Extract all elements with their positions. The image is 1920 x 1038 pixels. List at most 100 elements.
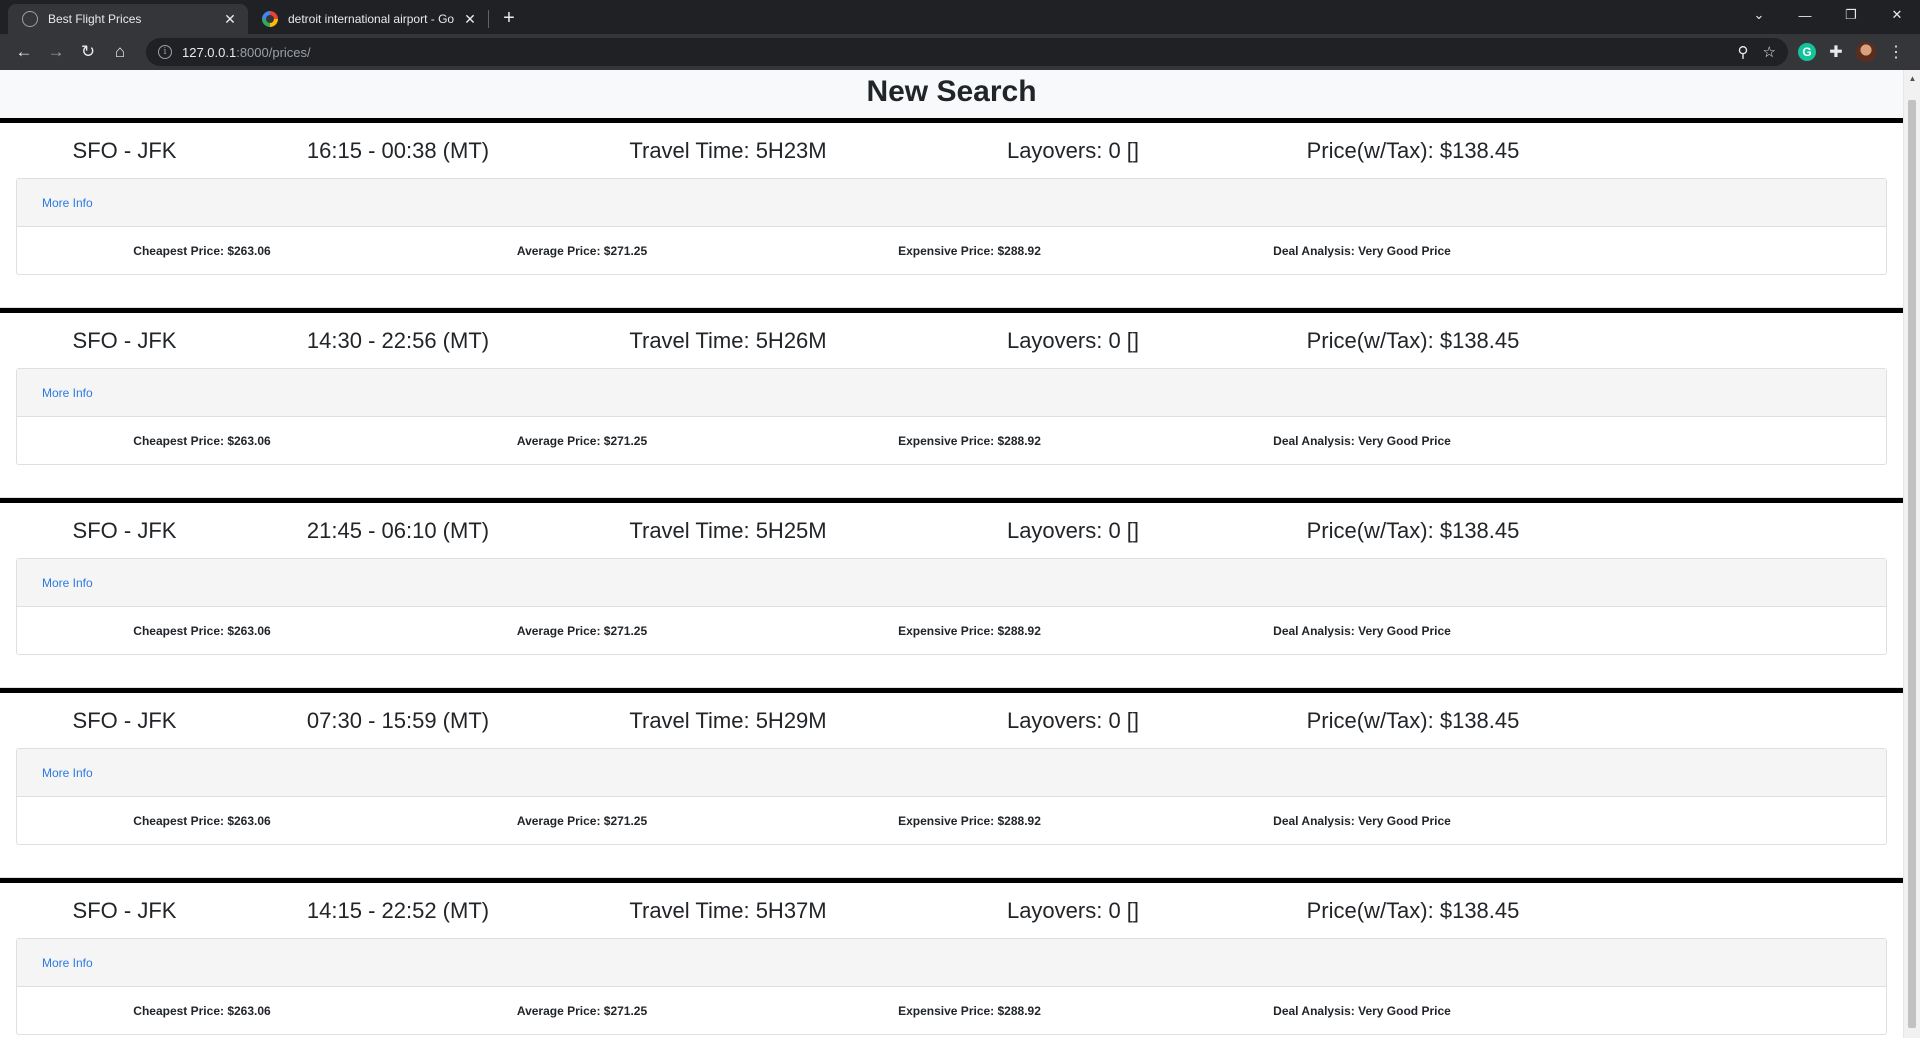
deal-analysis: Deal Analysis: Very Good Price (1273, 243, 1451, 258)
more-info-link[interactable]: More Info (42, 766, 93, 780)
zoom-icon[interactable]: ⚲ (1738, 43, 1749, 61)
site-info-icon[interactable]: i (158, 45, 172, 59)
flight-times: 16:15 - 00:38 (MT) (306, 137, 490, 163)
google-icon (262, 11, 278, 27)
expensive-price: Expensive Price: $288.92 (898, 813, 1041, 828)
deal-analysis: Deal Analysis: Very Good Price (1273, 433, 1451, 448)
new-tab-button[interactable]: + (495, 4, 523, 32)
bookmark-star-icon[interactable]: ☆ (1763, 43, 1776, 61)
average-price: Average Price: $271.25 (516, 433, 648, 448)
grammarly-extension-icon[interactable]: G (1798, 43, 1816, 61)
flight-travel-time: Travel Time: 5H25M (629, 517, 827, 543)
flight-layovers: Layovers: 0 [] (1006, 897, 1140, 923)
price-stats: Cheapest Price: $263.06 Average Price: $… (17, 987, 1886, 1034)
flight-summary: SFO - JFK 21:45 - 06:10 (MT) Travel Time… (16, 503, 1887, 558)
flight-route: SFO - JFK (72, 137, 177, 163)
price-stats: Cheapest Price: $263.06 Average Price: $… (17, 797, 1886, 844)
close-icon[interactable]: ✕ (222, 11, 238, 28)
flight-layovers: Layovers: 0 [] (1006, 137, 1140, 163)
flight-summary: SFO - JFK 14:15 - 22:52 (MT) Travel Time… (16, 883, 1887, 938)
flight-travel-time: Travel Time: 5H23M (629, 137, 827, 163)
average-price: Average Price: $271.25 (516, 623, 648, 638)
flight-travel-time: Travel Time: 5H29M (629, 707, 827, 733)
home-button[interactable]: ⌂ (104, 38, 136, 66)
more-info-link[interactable]: More Info (42, 196, 93, 210)
flight-summary: SFO - JFK 16:15 - 00:38 (MT) Travel Time… (16, 123, 1887, 178)
back-button[interactable]: ← (8, 38, 40, 66)
browser-tab-bar: Best Flight Prices ✕ detroit internation… (0, 0, 1920, 34)
accordion-header: More Info (17, 179, 1886, 227)
flight-card: SFO - JFK 07:30 - 15:59 (MT) Travel Time… (0, 688, 1903, 878)
flight-summary: SFO - JFK 14:30 - 22:56 (MT) Travel Time… (16, 313, 1887, 368)
tab-title: detroit international airport - Go (288, 12, 455, 26)
deal-analysis: Deal Analysis: Very Good Price (1273, 813, 1451, 828)
flight-price: Price(w/Tax): $138.45 (1306, 327, 1520, 353)
cheapest-price: Cheapest Price: $263.06 (133, 1003, 271, 1018)
average-price: Average Price: $271.25 (516, 813, 648, 828)
flight-route: SFO - JFK (72, 327, 177, 353)
vertical-scrollbar[interactable]: ▲ (1903, 70, 1920, 1038)
average-price: Average Price: $271.25 (516, 1003, 648, 1018)
price-stats: Cheapest Price: $263.06 Average Price: $… (17, 417, 1886, 464)
url-path: :8000/prices/ (236, 44, 311, 60)
address-bar[interactable]: i 127.0.0.1:8000/prices/ ⚲ ☆ (146, 38, 1788, 66)
flight-times: 21:45 - 06:10 (MT) (306, 517, 490, 543)
tab-best-flight-prices[interactable]: Best Flight Prices ✕ (8, 4, 248, 34)
flight-price: Price(w/Tax): $138.45 (1306, 707, 1520, 733)
expensive-price: Expensive Price: $288.92 (898, 243, 1041, 258)
flight-route: SFO - JFK (72, 707, 177, 733)
expensive-price: Expensive Price: $288.92 (898, 433, 1041, 448)
flight-card: SFO - JFK 16:15 - 00:38 (MT) Travel Time… (0, 118, 1903, 308)
reload-button[interactable]: ↻ (72, 38, 104, 66)
deal-analysis: Deal Analysis: Very Good Price (1273, 1003, 1451, 1018)
tab-title: Best Flight Prices (48, 12, 142, 26)
window-controls: ⌄ — ❐ ✕ (1736, 0, 1920, 30)
flight-details-accordion: More Info Cheapest Price: $263.06 Averag… (16, 558, 1887, 655)
flight-card: SFO - JFK 14:30 - 22:56 (MT) Travel Time… (0, 308, 1903, 498)
flight-details-accordion: More Info Cheapest Price: $263.06 Averag… (16, 748, 1887, 845)
more-info-link[interactable]: More Info (42, 576, 93, 590)
flight-times: 14:15 - 22:52 (MT) (306, 897, 490, 923)
scrollbar-thumb[interactable] (1908, 100, 1916, 1028)
cheapest-price: Cheapest Price: $263.06 (133, 243, 271, 258)
deal-analysis: Deal Analysis: Very Good Price (1273, 623, 1451, 638)
page-viewport: New Search SFO - JFK 16:15 - 00:38 (MT) … (0, 70, 1920, 1038)
extensions-puzzle-icon[interactable]: ✚ (1824, 40, 1848, 64)
flight-times: 14:30 - 22:56 (MT) (306, 327, 490, 353)
flight-layovers: Layovers: 0 [] (1006, 517, 1140, 543)
minimize-button[interactable]: — (1782, 8, 1828, 23)
restore-button[interactable]: ❐ (1828, 7, 1874, 23)
flight-details-accordion: More Info Cheapest Price: $263.06 Averag… (16, 178, 1887, 275)
profile-avatar[interactable] (1856, 42, 1876, 62)
flight-layovers: Layovers: 0 [] (1006, 327, 1140, 353)
accordion-header: More Info (17, 749, 1886, 797)
flight-card: SFO - JFK 14:15 - 22:52 (MT) Travel Time… (0, 878, 1903, 1038)
cheapest-price: Cheapest Price: $263.06 (133, 433, 271, 448)
tab-divider (488, 10, 489, 28)
flight-price: Price(w/Tax): $138.45 (1306, 137, 1520, 163)
flight-travel-time: Travel Time: 5H37M (629, 897, 827, 923)
browser-menu-icon[interactable]: ⋮ (1884, 40, 1908, 64)
tab-search-icon[interactable]: ⌄ (1736, 7, 1782, 23)
more-info-link[interactable]: More Info (42, 956, 93, 970)
expensive-price: Expensive Price: $288.92 (898, 623, 1041, 638)
flight-card: SFO - JFK 21:45 - 06:10 (MT) Travel Time… (0, 498, 1903, 688)
flight-layovers: Layovers: 0 [] (1006, 707, 1140, 733)
cheapest-price: Cheapest Price: $263.06 (133, 623, 271, 638)
browser-toolbar: ← → ↻ ⌂ i 127.0.0.1:8000/prices/ ⚲ ☆ G ✚… (0, 34, 1920, 70)
flight-times: 07:30 - 15:59 (MT) (306, 707, 490, 733)
close-window-button[interactable]: ✕ (1874, 7, 1920, 23)
forward-button[interactable]: → (40, 38, 72, 66)
cheapest-price: Cheapest Price: $263.06 (133, 813, 271, 828)
accordion-header: More Info (17, 369, 1886, 417)
average-price: Average Price: $271.25 (516, 243, 648, 258)
more-info-link[interactable]: More Info (42, 386, 93, 400)
page-title[interactable]: New Search (0, 70, 1903, 118)
accordion-header: More Info (17, 559, 1886, 607)
flight-price: Price(w/Tax): $138.45 (1306, 517, 1520, 543)
page-content: New Search SFO - JFK 16:15 - 00:38 (MT) … (0, 70, 1903, 1038)
flight-route: SFO - JFK (72, 517, 177, 543)
close-icon[interactable]: ✕ (462, 11, 478, 28)
tab-google-search[interactable]: detroit international airport - Go ✕ (248, 4, 488, 34)
scroll-up-arrow-icon[interactable]: ▲ (1904, 74, 1920, 83)
